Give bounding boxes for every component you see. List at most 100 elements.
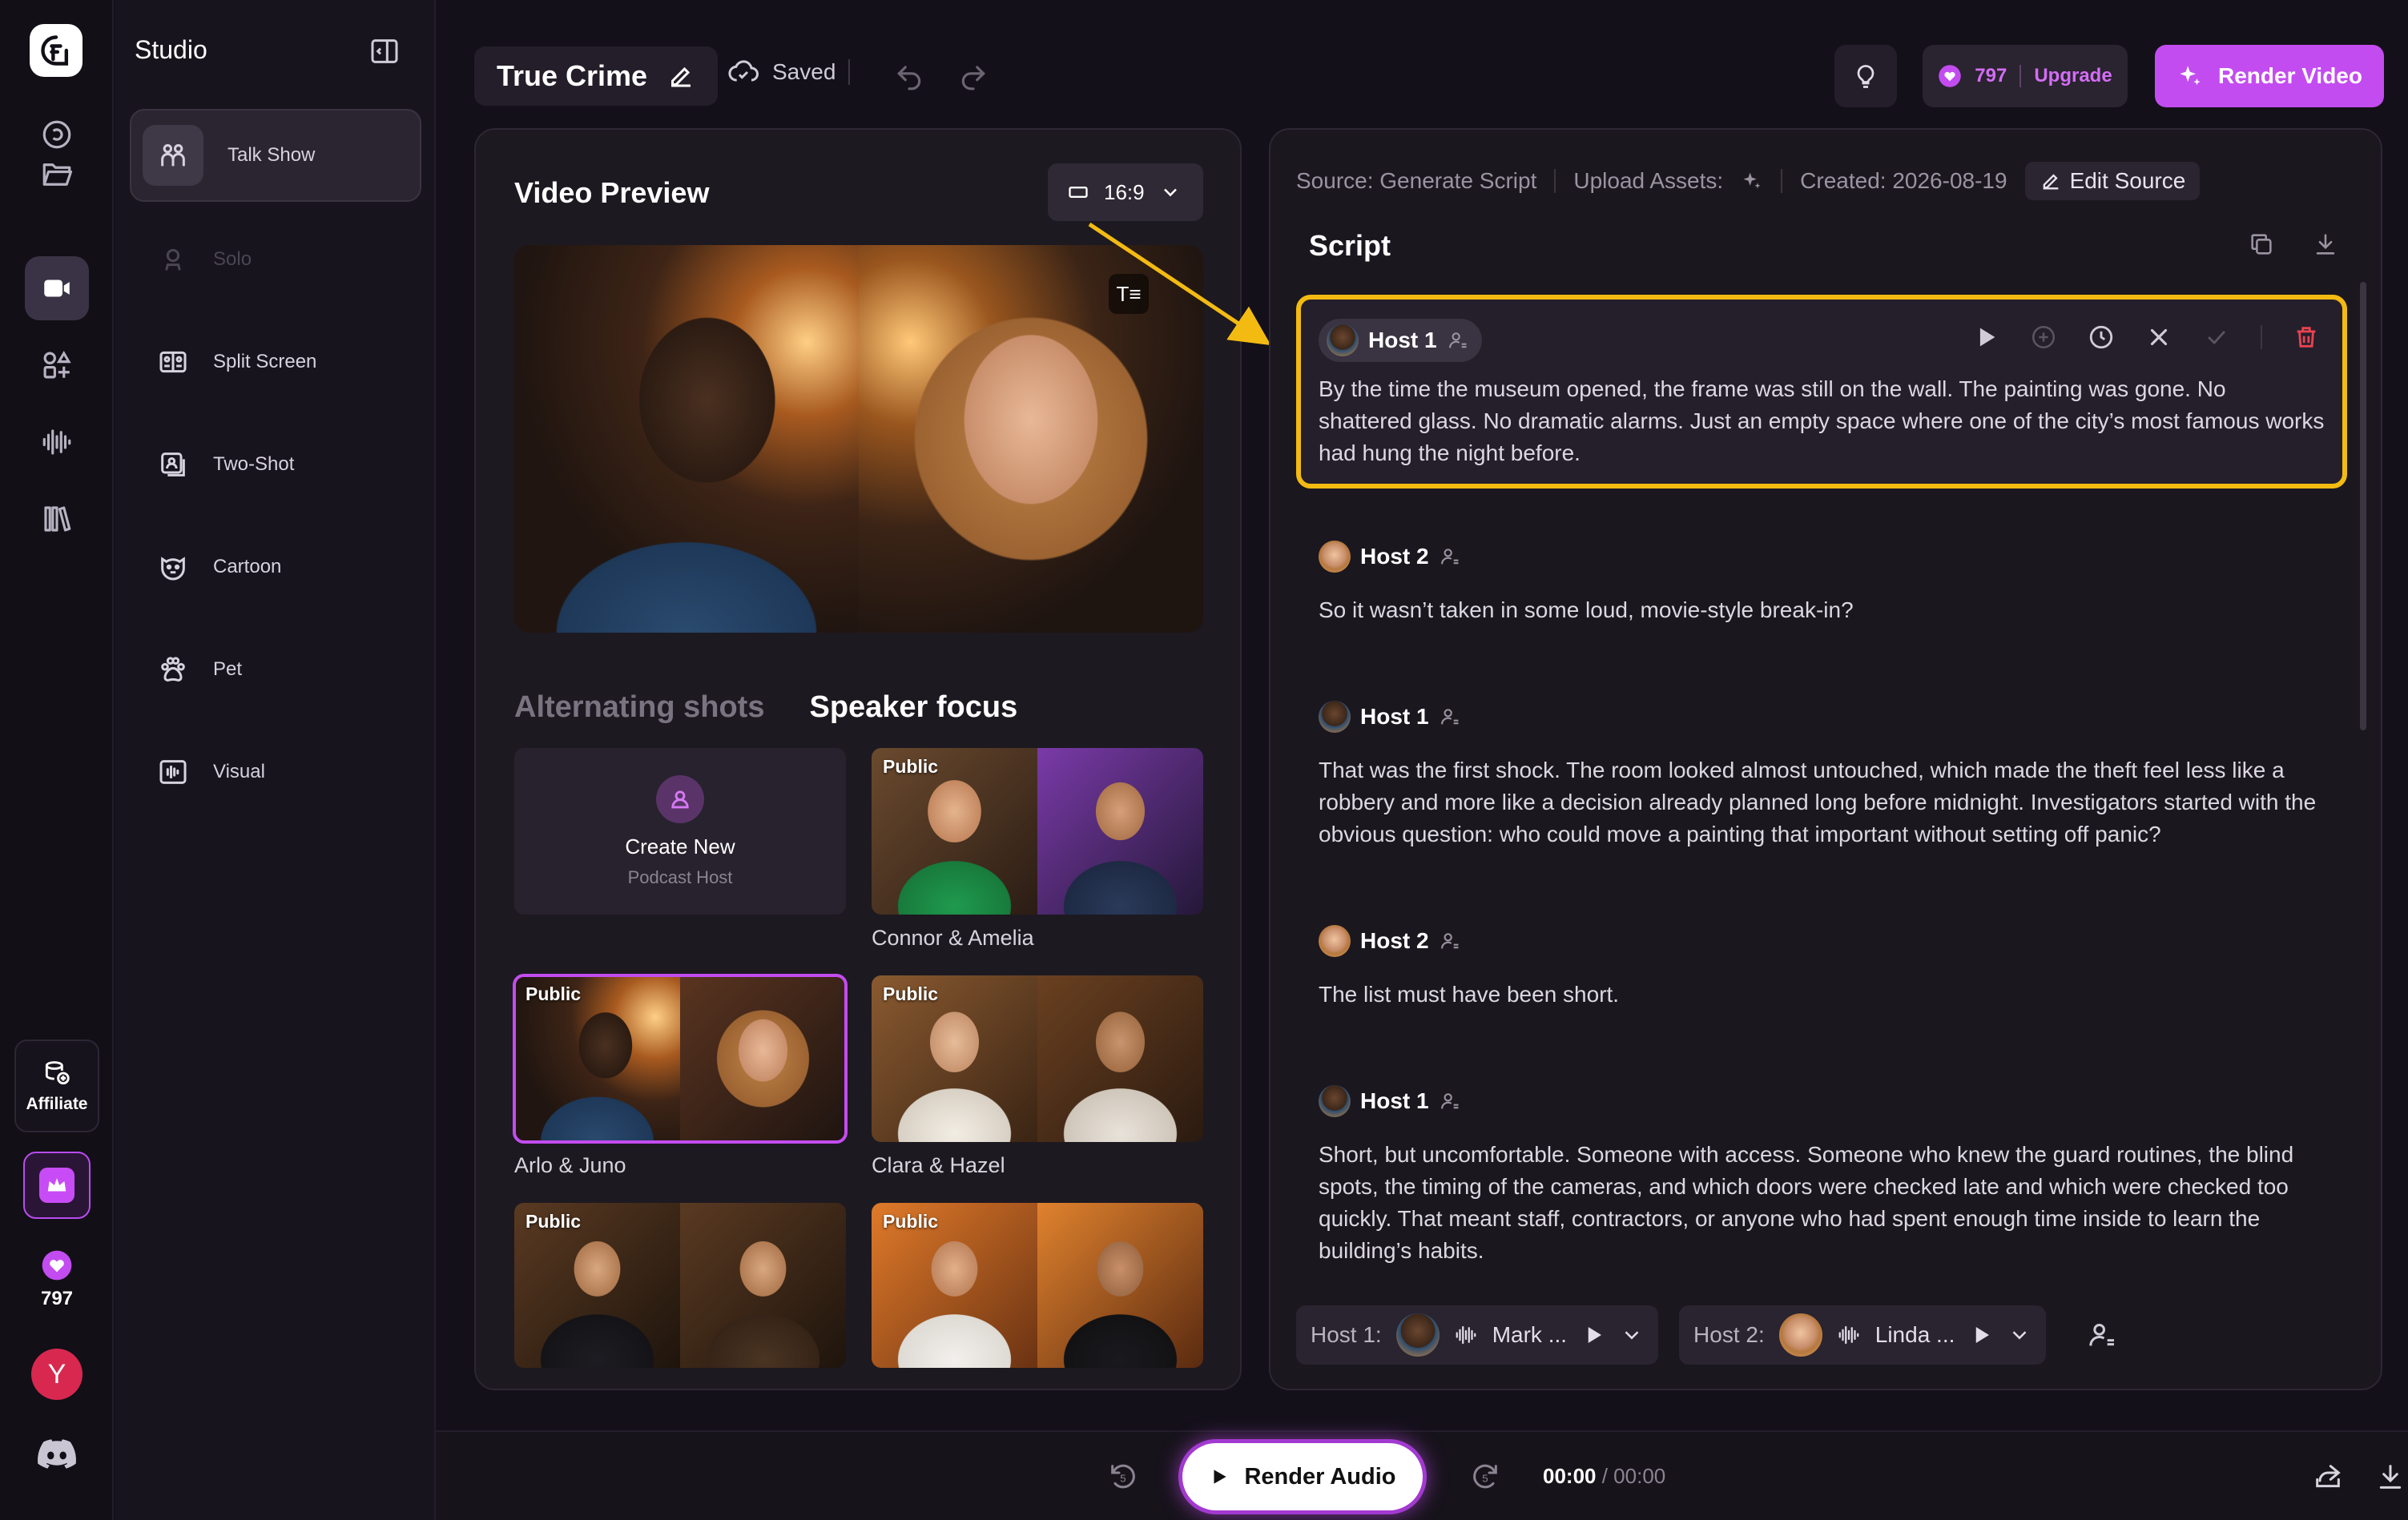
speaker-chip[interactable]: Host 2 bbox=[1319, 535, 1474, 578]
total-time: / 00:00 bbox=[1601, 1464, 1666, 1488]
person-settings-icon[interactable] bbox=[1439, 706, 1461, 728]
script-line[interactable]: Host 1 That was the first shock. The roo… bbox=[1296, 695, 2347, 850]
library-icon[interactable] bbox=[25, 487, 89, 551]
host-pair-thumbnail-selected: Public bbox=[513, 974, 848, 1144]
host-pair-card[interactable]: Public bbox=[514, 1203, 846, 1368]
svg-text:5: 5 bbox=[1120, 1473, 1125, 1485]
person-settings-icon[interactable] bbox=[1439, 545, 1461, 568]
play-icon[interactable] bbox=[1972, 324, 1999, 351]
voice-assignment-bar: Host 1: Mark ... Host 2: Linda ... bbox=[1296, 1305, 2118, 1365]
app-logo-icon[interactable] bbox=[30, 24, 83, 77]
audio-wave-icon[interactable] bbox=[25, 410, 89, 474]
affiliate-button[interactable]: Affiliate bbox=[14, 1039, 99, 1132]
download-icon[interactable] bbox=[2312, 231, 2339, 258]
person-settings-icon[interactable] bbox=[1439, 1090, 1461, 1112]
line-text[interactable]: Short, but uncomfortable. Someone with a… bbox=[1319, 1139, 2347, 1267]
speaker-name: Host 1 bbox=[1360, 704, 1429, 729]
talk-show-icon bbox=[161, 144, 185, 167]
edit-source-button[interactable]: Edit Source bbox=[2024, 162, 2201, 200]
host-2-voice-select[interactable]: Host 2: Linda ... bbox=[1679, 1305, 2047, 1365]
script-title: Script bbox=[1309, 229, 1391, 262]
discord-icon[interactable] bbox=[37, 1438, 77, 1470]
chevron-down-icon[interactable] bbox=[2007, 1323, 2031, 1347]
cloud-check-icon bbox=[728, 60, 759, 82]
person-settings-icon[interactable] bbox=[1447, 329, 1469, 352]
script-line[interactable]: Host 1 Short, but uncomfortable. Someone… bbox=[1296, 1080, 2347, 1267]
source-label: Source: Generate Script bbox=[1296, 168, 1537, 193]
close-icon[interactable] bbox=[2145, 324, 2172, 351]
mode-cartoon[interactable]: Cartoon bbox=[130, 521, 421, 613]
line-text[interactable]: The list must have been short. bbox=[1319, 979, 2347, 1011]
redo-icon[interactable] bbox=[958, 61, 989, 91]
crown-icon bbox=[47, 1178, 66, 1192]
script-panel: Source: Generate Script Upload Assets: C… bbox=[1269, 128, 2382, 1390]
host-pair-card[interactable]: Public Arlo & Juno bbox=[513, 974, 848, 1178]
heart-gem-icon bbox=[1939, 65, 1962, 87]
copy-icon[interactable] bbox=[2248, 231, 2275, 258]
speaker-chip[interactable]: Host 1 bbox=[1319, 1080, 1474, 1123]
avatar bbox=[1319, 701, 1351, 733]
user-avatar[interactable]: Y bbox=[31, 1349, 83, 1400]
skip-back-5-icon[interactable]: 5 bbox=[1107, 1461, 1139, 1493]
trash-icon[interactable] bbox=[2293, 324, 2320, 351]
sparkle-icon[interactable] bbox=[1741, 170, 1763, 192]
sidebar-collapse-icon[interactable] bbox=[368, 35, 401, 67]
person-settings-icon[interactable] bbox=[2086, 1319, 2118, 1351]
heart-gem-icon bbox=[42, 1250, 72, 1281]
share-icon[interactable] bbox=[2312, 1461, 2344, 1493]
play-icon[interactable] bbox=[1581, 1323, 1605, 1347]
host-pair-card[interactable]: Public Clara & Hazel bbox=[872, 975, 1203, 1178]
pencil-edit-icon[interactable] bbox=[666, 62, 695, 90]
credits-count: 797 bbox=[1975, 65, 2007, 86]
script-line[interactable]: Host 2 So it wasn’t taken in some loud, … bbox=[1296, 535, 2347, 626]
skip-forward-5-icon[interactable]: 5 bbox=[1469, 1461, 1501, 1493]
mode-label: Visual bbox=[213, 761, 265, 782]
line-text[interactable]: By the time the museum opened, the frame… bbox=[1319, 373, 2325, 469]
tips-button[interactable] bbox=[1834, 45, 1897, 107]
voice-name: Mark ... bbox=[1492, 1322, 1568, 1347]
speaker-chip[interactable]: Host 1 bbox=[1319, 319, 1482, 362]
render-audio-button[interactable]: Render Audio bbox=[1182, 1443, 1423, 1510]
chevron-down-icon[interactable] bbox=[1620, 1323, 1644, 1347]
host-pair-card[interactable]: Public Connor & Amelia bbox=[872, 748, 1203, 951]
video-camera-icon[interactable] bbox=[25, 256, 89, 320]
folder-icon[interactable] bbox=[25, 143, 89, 207]
script-scrollbar[interactable] bbox=[2360, 282, 2366, 730]
clock-icon[interactable] bbox=[2088, 324, 2115, 351]
script-line[interactable]: Host 2 The list must have been short. bbox=[1296, 919, 2347, 1011]
speaker-chip[interactable]: Host 2 bbox=[1319, 919, 1474, 963]
tab-speaker-focus[interactable]: Speaker focus bbox=[809, 690, 1017, 725]
line-text[interactable]: So it wasn’t taken in some loud, movie-s… bbox=[1319, 594, 2347, 626]
download-icon[interactable] bbox=[2374, 1461, 2406, 1493]
aspect-ratio-select[interactable]: 16:9 bbox=[1048, 163, 1203, 221]
shapes-icon[interactable] bbox=[25, 333, 89, 397]
host-pair-thumbnail: Public bbox=[872, 748, 1203, 915]
host-pair-card[interactable]: Public bbox=[872, 1203, 1203, 1368]
person-settings-icon[interactable] bbox=[1439, 930, 1461, 952]
avatar bbox=[1327, 324, 1359, 356]
mode-two-shot[interactable]: Two-Shot bbox=[130, 418, 421, 511]
play-icon[interactable] bbox=[1969, 1323, 1993, 1347]
script-line-highlighted[interactable]: Host 1 By the time the museum opened, th… bbox=[1296, 295, 2347, 489]
project-name-field[interactable]: True Crime bbox=[474, 46, 719, 106]
undo-icon[interactable] bbox=[894, 61, 924, 91]
avatar bbox=[1319, 925, 1351, 957]
mode-talk-show[interactable]: Talk Show bbox=[130, 109, 421, 202]
mode-split-screen[interactable]: Split Screen bbox=[130, 316, 421, 408]
mode-visual[interactable]: Visual bbox=[130, 726, 421, 818]
line-text[interactable]: That was the first shock. The room looke… bbox=[1319, 754, 2347, 850]
chevron-down-icon bbox=[1163, 188, 1177, 197]
check-icon[interactable] bbox=[2203, 324, 2230, 351]
host-1-voice-select[interactable]: Host 1: Mark ... bbox=[1296, 1305, 1659, 1365]
upgrade-crown-button[interactable] bbox=[23, 1152, 91, 1219]
speaker-chip[interactable]: Host 1 bbox=[1319, 695, 1474, 738]
affiliate-label: Affiliate bbox=[26, 1095, 88, 1113]
add-circle-icon[interactable] bbox=[2030, 324, 2057, 351]
credits-upgrade-button[interactable]: 797 Upgrade bbox=[1923, 45, 2128, 107]
render-video-button[interactable]: Render Video bbox=[2155, 45, 2384, 107]
tab-alternating-shots[interactable]: Alternating shots bbox=[514, 690, 764, 725]
credits-indicator[interactable]: 797 bbox=[24, 1249, 90, 1310]
avatar bbox=[1319, 1085, 1351, 1117]
mode-pet[interactable]: Pet bbox=[130, 623, 421, 716]
create-new-host-card[interactable]: Create New Podcast Host bbox=[514, 748, 846, 915]
